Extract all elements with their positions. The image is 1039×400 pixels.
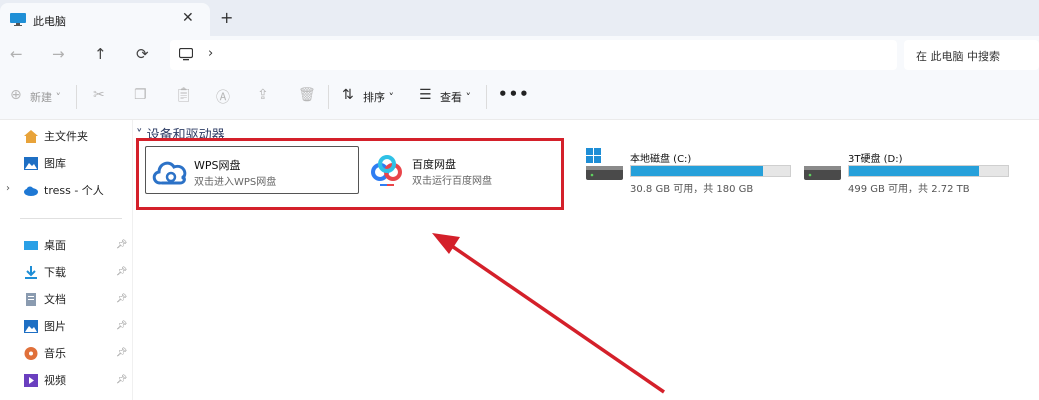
delete-icon[interactable]: 🗑︎ xyxy=(298,87,316,103)
system-drive-icon xyxy=(586,148,623,180)
drive-usage-fill xyxy=(631,166,763,176)
sidebar-item-videos[interactable]: 视频 xyxy=(24,369,66,391)
search-placeholder: 在 此电脑 中搜索 xyxy=(916,50,1000,63)
sidebar-item-label: 文档 xyxy=(44,293,66,306)
toolbar-divider xyxy=(486,85,487,109)
plus-circle-icon: ⊕ xyxy=(10,87,22,103)
cut-icon[interactable]: ✂ xyxy=(93,87,105,103)
view-icon: ☰ xyxy=(419,87,432,103)
toolbar-divider xyxy=(328,85,329,109)
close-tab-button[interactable]: ✕ xyxy=(182,10,194,26)
video-icon xyxy=(24,373,38,387)
music-icon xyxy=(24,346,38,360)
pin-icon: 📌︎ xyxy=(116,348,128,358)
monitor-icon xyxy=(179,48,193,61)
home-icon xyxy=(24,129,38,143)
drive-usage-fill xyxy=(849,166,980,176)
hard-drive-icon xyxy=(804,166,841,180)
toolbar-divider xyxy=(76,85,77,109)
new-button[interactable]: 新建 ˅ xyxy=(30,89,61,105)
copy-icon[interactable]: ❐ xyxy=(134,87,147,103)
sidebar-item-downloads[interactable]: 下载 xyxy=(24,261,66,283)
drive-usage-bar xyxy=(848,165,1009,177)
pin-icon: 📌︎ xyxy=(116,267,128,277)
document-icon xyxy=(26,292,36,306)
pin-icon: 📌︎ xyxy=(116,240,128,250)
paste-icon[interactable]: 📋︎ xyxy=(175,87,193,103)
navigation-pane: 主文件夹 图库 › tress - 个人 桌面 📌︎ 下载 📌︎ 文档 📌︎ 图… xyxy=(0,120,132,400)
sidebar-item-label: 音乐 xyxy=(44,347,66,360)
rename-icon[interactable]: Ⓐ xyxy=(216,87,230,107)
drive-name: 本地磁盘 (C:) xyxy=(630,154,692,165)
sidebar-item-home[interactable]: 主文件夹 xyxy=(24,125,88,147)
pane-divider xyxy=(132,120,133,400)
view-button[interactable]: 查看 ˅ xyxy=(440,89,471,105)
breadcrumb-chevron[interactable]: › xyxy=(208,46,213,61)
download-icon xyxy=(25,265,37,279)
up-button[interactable]: ↑ xyxy=(94,45,107,63)
share-icon[interactable]: ⇪ xyxy=(257,87,269,103)
sidebar-item-label: 桌面 xyxy=(44,239,66,252)
arrow-head xyxy=(432,233,460,254)
pin-icon: 📌︎ xyxy=(116,321,128,331)
search-input[interactable]: 在 此电脑 中搜索 xyxy=(904,40,1039,70)
drive-free-space: 499 GB 可用，共 2.72 TB xyxy=(848,184,970,195)
sidebar-item-onedrive[interactable]: tress - 个人 xyxy=(24,179,104,201)
tab-this-pc[interactable]: 此电脑 ✕ xyxy=(0,3,210,36)
drive-d[interactable]: 3T硬盘 (D:) 499 GB 可用，共 2.72 TB xyxy=(804,148,1014,196)
sidebar-item-label: 图片 xyxy=(44,320,66,333)
sidebar-item-music[interactable]: 音乐 xyxy=(24,342,66,364)
expand-chevron-icon[interactable]: › xyxy=(6,183,10,194)
drive-c[interactable]: 本地磁盘 (C:) 30.8 GB 可用，共 180 GB xyxy=(586,148,796,196)
pin-icon: 📌︎ xyxy=(116,294,128,304)
address-bar[interactable]: › xyxy=(170,40,897,70)
view-label: 查看 xyxy=(440,91,462,104)
sidebar-divider xyxy=(20,218,122,219)
drive-free-space: 30.8 GB 可用，共 180 GB xyxy=(630,184,754,195)
desktop-icon xyxy=(24,240,38,250)
sidebar-item-documents[interactable]: 文档 xyxy=(24,288,66,310)
refresh-button[interactable]: ⟳ xyxy=(136,45,149,63)
cloud-icon xyxy=(24,186,38,196)
more-options-button[interactable]: ••• xyxy=(498,85,530,103)
arrow-shaft xyxy=(445,240,665,394)
computer-icon xyxy=(10,13,26,26)
tab-strip: 此电脑 ✕ + xyxy=(0,0,1039,36)
address-row: ← → ↑ ⟳ › 在 此电脑 中搜索 xyxy=(0,36,1039,74)
gallery-icon xyxy=(24,156,38,170)
new-tab-button[interactable]: + xyxy=(220,8,233,27)
drive-usage-bar xyxy=(630,165,791,177)
sidebar-item-label: 图库 xyxy=(44,157,66,170)
forward-button[interactable]: → xyxy=(52,45,65,63)
highlight-box xyxy=(136,138,564,210)
sidebar-item-pictures[interactable]: 图片 xyxy=(24,315,66,337)
back-button[interactable]: ← xyxy=(10,45,23,63)
drive-name: 3T硬盘 (D:) xyxy=(848,154,903,165)
tab-title: 此电脑 xyxy=(33,15,66,28)
sort-label: 排序 xyxy=(363,91,385,104)
new-label: 新建 xyxy=(30,91,52,104)
pin-icon: 📌︎ xyxy=(116,375,128,385)
sidebar-item-label: 下载 xyxy=(44,266,66,279)
sort-icon: ⇅ xyxy=(342,87,354,103)
sort-button[interactable]: 排序 ˅ xyxy=(363,89,394,105)
sidebar-item-desktop[interactable]: 桌面 xyxy=(24,234,66,256)
sidebar-item-label: tress - 个人 xyxy=(44,184,104,197)
sidebar-item-label: 视频 xyxy=(44,374,66,387)
command-bar: ⊕ 新建 ˅ ✂ ❐ 📋︎ Ⓐ ⇪ 🗑︎ ⇅ 排序 ˅ ☰ 查看 ˅ ••• xyxy=(0,74,1039,120)
pictures-icon xyxy=(24,319,38,333)
sidebar-item-gallery[interactable]: 图库 xyxy=(24,152,66,174)
sidebar-item-label: 主文件夹 xyxy=(44,130,88,143)
